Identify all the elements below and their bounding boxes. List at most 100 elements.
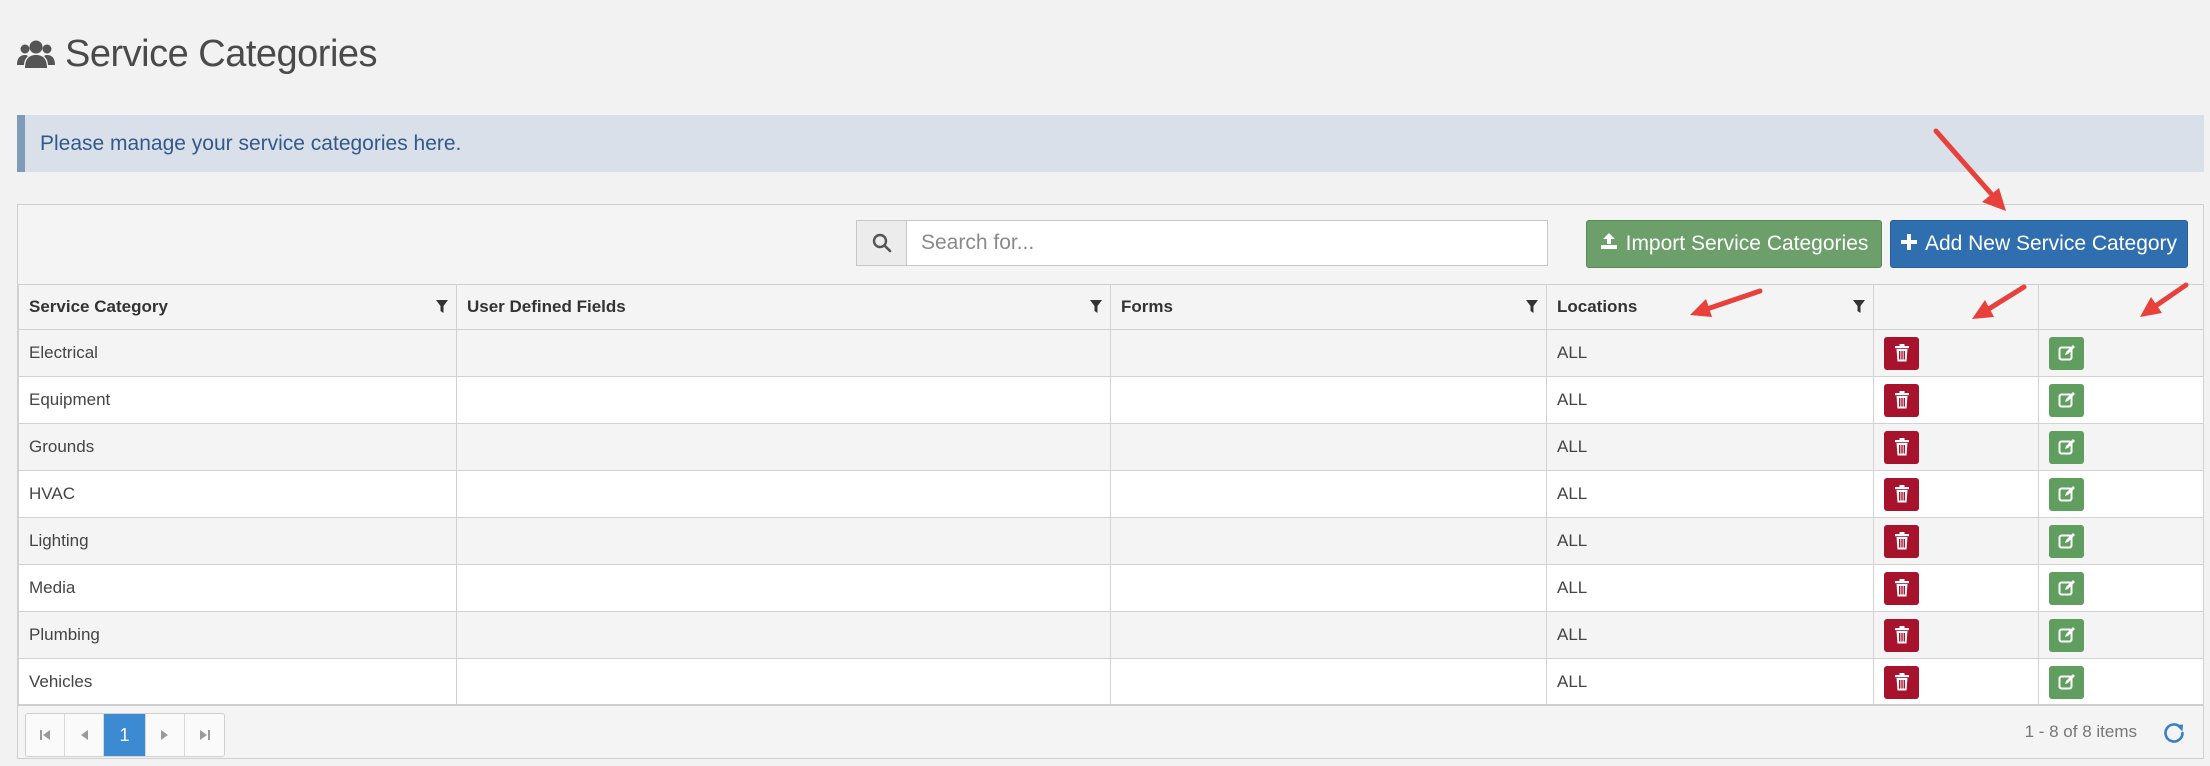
edit-button[interactable] [2049, 430, 2084, 464]
cell-delete [1873, 470, 2039, 518]
refresh-button[interactable] [2159, 718, 2189, 748]
cell-forms [1110, 329, 1547, 377]
grid-table: Service Category User Defined Fields For… [18, 284, 2204, 706]
table-row[interactable]: Electrical ALL [18, 329, 2204, 377]
column-header-forms[interactable]: Forms [1110, 284, 1547, 330]
cell-edit [2038, 611, 2204, 659]
delete-button[interactable] [1884, 383, 1919, 417]
page-title: Service Categories [65, 32, 378, 75]
cell-delete [1873, 564, 2039, 612]
import-service-categories-button[interactable]: Import Service Categories [1586, 220, 1882, 268]
filter-icon[interactable] [436, 300, 448, 314]
edit-icon [2058, 673, 2076, 691]
table-row[interactable]: Media ALL [18, 564, 2204, 612]
cell-edit [2038, 658, 2204, 706]
next-page-button[interactable] [146, 714, 185, 756]
cell-forms [1110, 517, 1547, 565]
grid-toolbar: Import Service Categories Add New Servic… [18, 205, 2203, 284]
table-row[interactable]: Grounds ALL [18, 423, 2204, 471]
cell-edit [2038, 564, 2204, 612]
pager: 1 1 - 8 of 8 items [18, 704, 2203, 758]
cell-edit [2038, 376, 2204, 424]
cell-user-defined-fields [456, 517, 1111, 565]
edit-button[interactable] [2049, 336, 2084, 370]
trash-icon [1894, 673, 1910, 691]
table-row[interactable]: Equipment ALL [18, 376, 2204, 424]
edit-button[interactable] [2049, 665, 2084, 699]
edit-icon [2058, 626, 2076, 644]
first-page-button[interactable] [26, 714, 65, 756]
refresh-icon [2164, 723, 2184, 743]
table-row[interactable]: Lighting ALL [18, 517, 2204, 565]
page-header: Service Categories [17, 28, 378, 80]
cell-delete [1873, 658, 2039, 706]
table-row[interactable]: HVAC ALL [18, 470, 2204, 518]
cell-user-defined-fields [456, 470, 1111, 518]
search-input[interactable] [907, 220, 1548, 266]
cell-delete [1873, 329, 2039, 377]
filter-icon[interactable] [1090, 300, 1102, 314]
import-button-label: Import Service Categories [1625, 232, 1869, 255]
cell-edit [2038, 423, 2204, 471]
grid-header-row: Service Category User Defined Fields For… [18, 284, 2204, 330]
pager-info: 1 - 8 of 8 items [2024, 722, 2137, 741]
cell-forms [1110, 564, 1547, 612]
service-category-grid: Import Service Categories Add New Servic… [17, 204, 2204, 759]
cell-user-defined-fields [456, 564, 1111, 612]
delete-button[interactable] [1884, 524, 1919, 558]
cell-delete [1873, 517, 2039, 565]
column-header-user-defined-fields[interactable]: User Defined Fields [456, 284, 1111, 330]
first-page-icon [40, 730, 50, 740]
delete-button[interactable] [1884, 336, 1919, 370]
cell-user-defined-fields [456, 423, 1111, 471]
filter-icon[interactable] [1853, 300, 1865, 314]
cell-service-category: Media [18, 564, 457, 612]
trash-icon [1894, 391, 1910, 409]
cell-forms [1110, 611, 1547, 659]
delete-button[interactable] [1884, 430, 1919, 464]
cell-user-defined-fields [456, 376, 1111, 424]
last-page-button[interactable] [185, 714, 224, 756]
cell-user-defined-fields [456, 658, 1111, 706]
filter-icon[interactable] [1526, 300, 1538, 314]
trash-icon [1894, 626, 1910, 644]
edit-icon [2058, 438, 2076, 456]
delete-button[interactable] [1884, 477, 1919, 511]
page-number-button[interactable]: 1 [104, 714, 146, 756]
edit-button[interactable] [2049, 524, 2084, 558]
add-new-service-category-button[interactable]: Add New Service Category [1890, 220, 2188, 268]
delete-button[interactable] [1884, 665, 1919, 699]
table-row[interactable]: Plumbing ALL [18, 611, 2204, 659]
info-alert: Please manage your service categories he… [17, 115, 2204, 172]
previous-page-button[interactable] [65, 714, 104, 756]
cell-service-category: Lighting [18, 517, 457, 565]
search-icon[interactable] [856, 220, 907, 266]
table-row[interactable]: Vehicles ALL [18, 658, 2204, 706]
cell-service-category: Equipment [18, 376, 457, 424]
column-header-service-category[interactable]: Service Category [18, 284, 457, 330]
column-header-edit [2038, 284, 2204, 330]
cell-locations: ALL [1546, 329, 1874, 377]
cell-locations: ALL [1546, 517, 1874, 565]
edit-button[interactable] [2049, 383, 2084, 417]
cell-service-category: Plumbing [18, 611, 457, 659]
add-button-label: Add New Service Category [1924, 232, 2178, 255]
edit-icon [2058, 344, 2076, 362]
edit-icon [2058, 485, 2076, 503]
cell-forms [1110, 423, 1547, 471]
delete-button[interactable] [1884, 618, 1919, 652]
trash-icon [1894, 344, 1910, 362]
last-page-icon [199, 730, 210, 740]
cell-locations: ALL [1546, 470, 1874, 518]
column-header-locations[interactable]: Locations [1546, 284, 1874, 330]
trash-icon [1894, 438, 1910, 456]
cell-delete [1873, 611, 2039, 659]
edit-button[interactable] [2049, 571, 2084, 605]
trash-icon [1894, 532, 1910, 550]
next-page-icon [161, 730, 168, 740]
cell-delete [1873, 376, 2039, 424]
edit-button[interactable] [2049, 618, 2084, 652]
cell-service-category: Electrical [18, 329, 457, 377]
edit-button[interactable] [2049, 477, 2084, 511]
delete-button[interactable] [1884, 571, 1919, 605]
